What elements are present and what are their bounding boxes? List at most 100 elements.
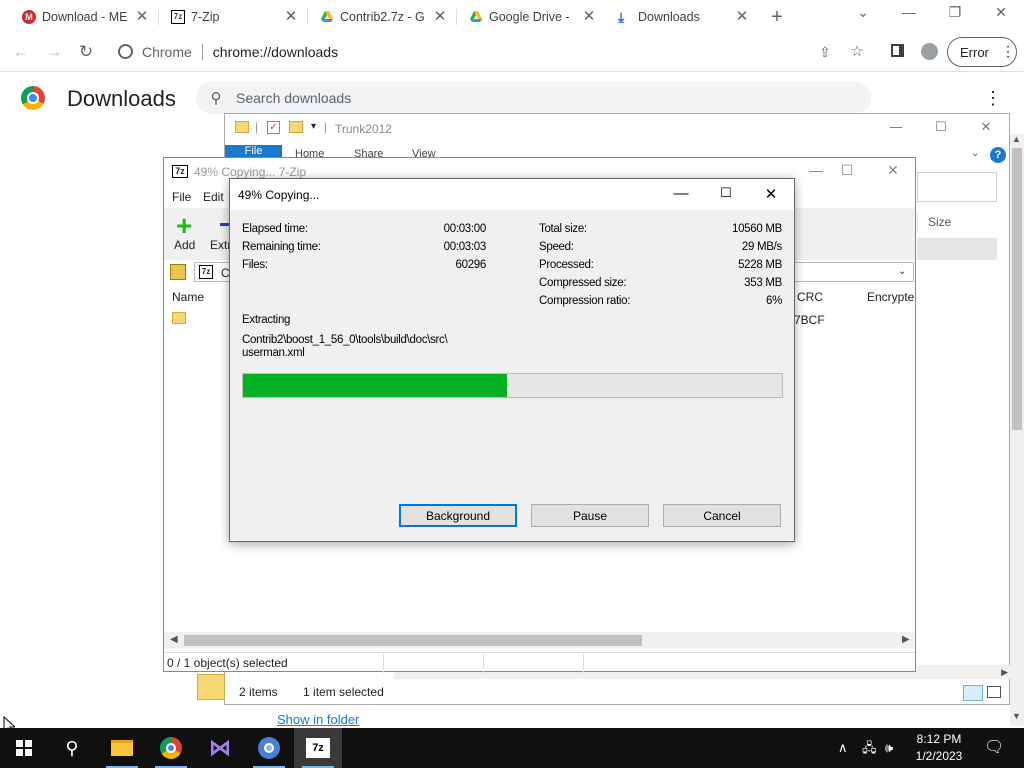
cancel-button[interactable]: Cancel [663, 504, 781, 527]
maximize-icon[interactable]: ☐ [926, 119, 956, 135]
show-in-folder-link[interactable]: Show in folder [277, 712, 359, 727]
help-icon[interactable]: ? [990, 147, 1006, 163]
7zip-horizontal-scrollbar[interactable]: ◀ ▶ [164, 632, 915, 648]
maximize-icon[interactable]: ☐ [833, 162, 861, 179]
tab-downloads[interactable]: ⤓ Downloads ✕ [618, 4, 750, 30]
profile-avatar-icon[interactable] [918, 41, 940, 63]
close-icon[interactable]: ✕ [581, 7, 597, 25]
column-encrypted-header[interactable]: Encrypte [867, 290, 914, 304]
maximize-icon[interactable]: ☐ [711, 185, 741, 205]
column-size-header[interactable]: Size [917, 210, 997, 234]
close-icon[interactable]: ✕ [879, 162, 907, 179]
menu-edit[interactable]: Edit [203, 190, 224, 204]
google-drive-icon [469, 10, 483, 24]
qat-divider: | [324, 120, 328, 134]
close-icon[interactable]: ✕ [283, 7, 299, 25]
taskbar-chrome-2[interactable] [245, 728, 293, 768]
remaining-time-label: Remaining time: [242, 241, 321, 253]
tab-separator [158, 9, 159, 25]
qat-dropdown-icon[interactable]: ▾ [311, 121, 316, 132]
taskbar-7zip[interactable]: 7z [294, 728, 342, 768]
close-icon[interactable]: ✕ [971, 119, 1001, 135]
7zip-icon: 7z [171, 10, 185, 24]
folder-icon [235, 121, 249, 133]
column-name-header[interactable]: Name [172, 290, 204, 304]
folder-up-icon[interactable] [170, 264, 186, 280]
share-icon[interactable]: ⇪ [814, 41, 836, 63]
side-panel-icon[interactable] [886, 41, 908, 63]
path-dropdown-icon[interactable]: ⌄ [898, 266, 906, 277]
taskbar-chrome[interactable] [147, 728, 195, 768]
explorer-vertical-scrollbar[interactable]: ▲ ▼ [1010, 134, 1024, 726]
remaining-time-value: 00:03:03 [443, 241, 487, 253]
7zip-status-bar: 0 / 1 object(s) selected [164, 652, 915, 673]
background-button[interactable]: Background [399, 504, 517, 527]
menu-file[interactable]: File [172, 190, 191, 204]
forward-icon[interactable]: → [43, 41, 65, 63]
start-button[interactable] [0, 728, 48, 768]
address-bar[interactable]: Chrome chrome://downloads [110, 38, 878, 66]
profile-error-button[interactable]: Error ⋮ [947, 37, 1017, 67]
close-icon[interactable]: ✕ [134, 7, 150, 25]
close-icon[interactable]: ✕ [756, 185, 786, 205]
minimize-icon[interactable]: — [666, 185, 696, 205]
folder-icon [197, 674, 225, 700]
add-button[interactable]: Add [174, 238, 195, 252]
scroll-up-icon[interactable]: ▲ [1012, 134, 1021, 144]
minimize-icon[interactable]: — [897, 4, 921, 20]
scroll-right-icon[interactable]: ▶ [1001, 665, 1008, 679]
details-view-icon[interactable] [963, 685, 983, 701]
large-icons-view-icon[interactable] [987, 686, 1001, 698]
close-window-icon[interactable]: ✕ [989, 4, 1013, 21]
speed-value: 29 MB/s [741, 241, 782, 253]
scroll-right-icon[interactable]: ▶ [902, 632, 910, 648]
dialog-titlebar: 49% Copying... — ☐ ✕ [230, 179, 794, 210]
more-menu-icon[interactable]: ⋮ [984, 88, 1002, 109]
tab-mega[interactable]: M Download - ME ✕ [22, 4, 150, 30]
ribbon-expand-icon[interactable]: ⌄ [971, 148, 979, 159]
network-icon[interactable]: 🖧 [862, 728, 877, 768]
tab-contrib-drive[interactable]: Contrib2.7z - G ✕ [320, 4, 448, 30]
progress-bar-fill [243, 374, 508, 397]
close-icon[interactable]: ✕ [734, 7, 750, 25]
tab-7zip[interactable]: 7z 7-Zip ✕ [171, 4, 299, 30]
scroll-thumb[interactable] [1012, 148, 1022, 430]
tab-google-drive[interactable]: Google Drive - ✕ [469, 4, 597, 30]
windows-logo-icon [16, 740, 32, 756]
column-crc-header[interactable]: CRC [797, 290, 823, 304]
explorer-search-box[interactable] [917, 172, 997, 202]
properties-icon[interactable]: ✓ [267, 121, 280, 134]
total-size-label: Total size: [539, 223, 587, 235]
pause-button[interactable]: Pause [531, 504, 649, 527]
search-downloads-input[interactable]: ⚲ Search downloads [196, 82, 871, 114]
search-button[interactable]: ⚲ [48, 728, 96, 768]
selected-row[interactable] [917, 238, 997, 260]
restore-icon[interactable]: ❐ [943, 4, 967, 21]
speed-label: Speed: [539, 241, 574, 253]
qat-divider: | [255, 120, 259, 134]
scroll-down-icon[interactable]: ▼ [1012, 711, 1021, 721]
compressed-size-value: 353 MB [744, 277, 782, 289]
minimize-icon[interactable]: — [881, 119, 911, 134]
minimize-icon[interactable]: — [802, 162, 830, 178]
scroll-thumb[interactable] [184, 635, 642, 646]
file-explorer-icon [111, 740, 133, 756]
taskbar: ⚲ ⋈ 7z ∧ 🖧 🕪 8:12 PM 1/2/2023 🗨 [0, 728, 1024, 768]
tab-search-icon[interactable]: ⌄ [851, 4, 875, 21]
new-tab-button[interactable]: + [766, 6, 788, 29]
back-icon[interactable]: ← [10, 41, 32, 63]
system-clock[interactable]: 8:12 PM 1/2/2023 [908, 731, 970, 765]
taskbar-visual-studio[interactable]: ⋈ [196, 728, 244, 768]
notifications-icon[interactable]: 🗨 [984, 728, 1004, 768]
close-icon[interactable]: ✕ [432, 7, 448, 25]
scroll-left-icon[interactable]: ◀ [170, 632, 178, 648]
new-folder-icon[interactable] [289, 121, 303, 133]
show-hidden-icons[interactable]: ∧ [838, 728, 848, 768]
bookmark-star-icon[interactable]: ☆ [846, 41, 868, 63]
current-file: userman.xml [242, 347, 305, 359]
taskbar-file-explorer[interactable] [98, 728, 146, 768]
folder-icon[interactable] [172, 312, 186, 324]
reload-icon[interactable]: ↻ [75, 41, 97, 63]
volume-icon[interactable]: 🕪 [885, 728, 893, 768]
current-path: Contrib2\boost_1_56_0\tools\build\doc\sr… [242, 334, 448, 346]
